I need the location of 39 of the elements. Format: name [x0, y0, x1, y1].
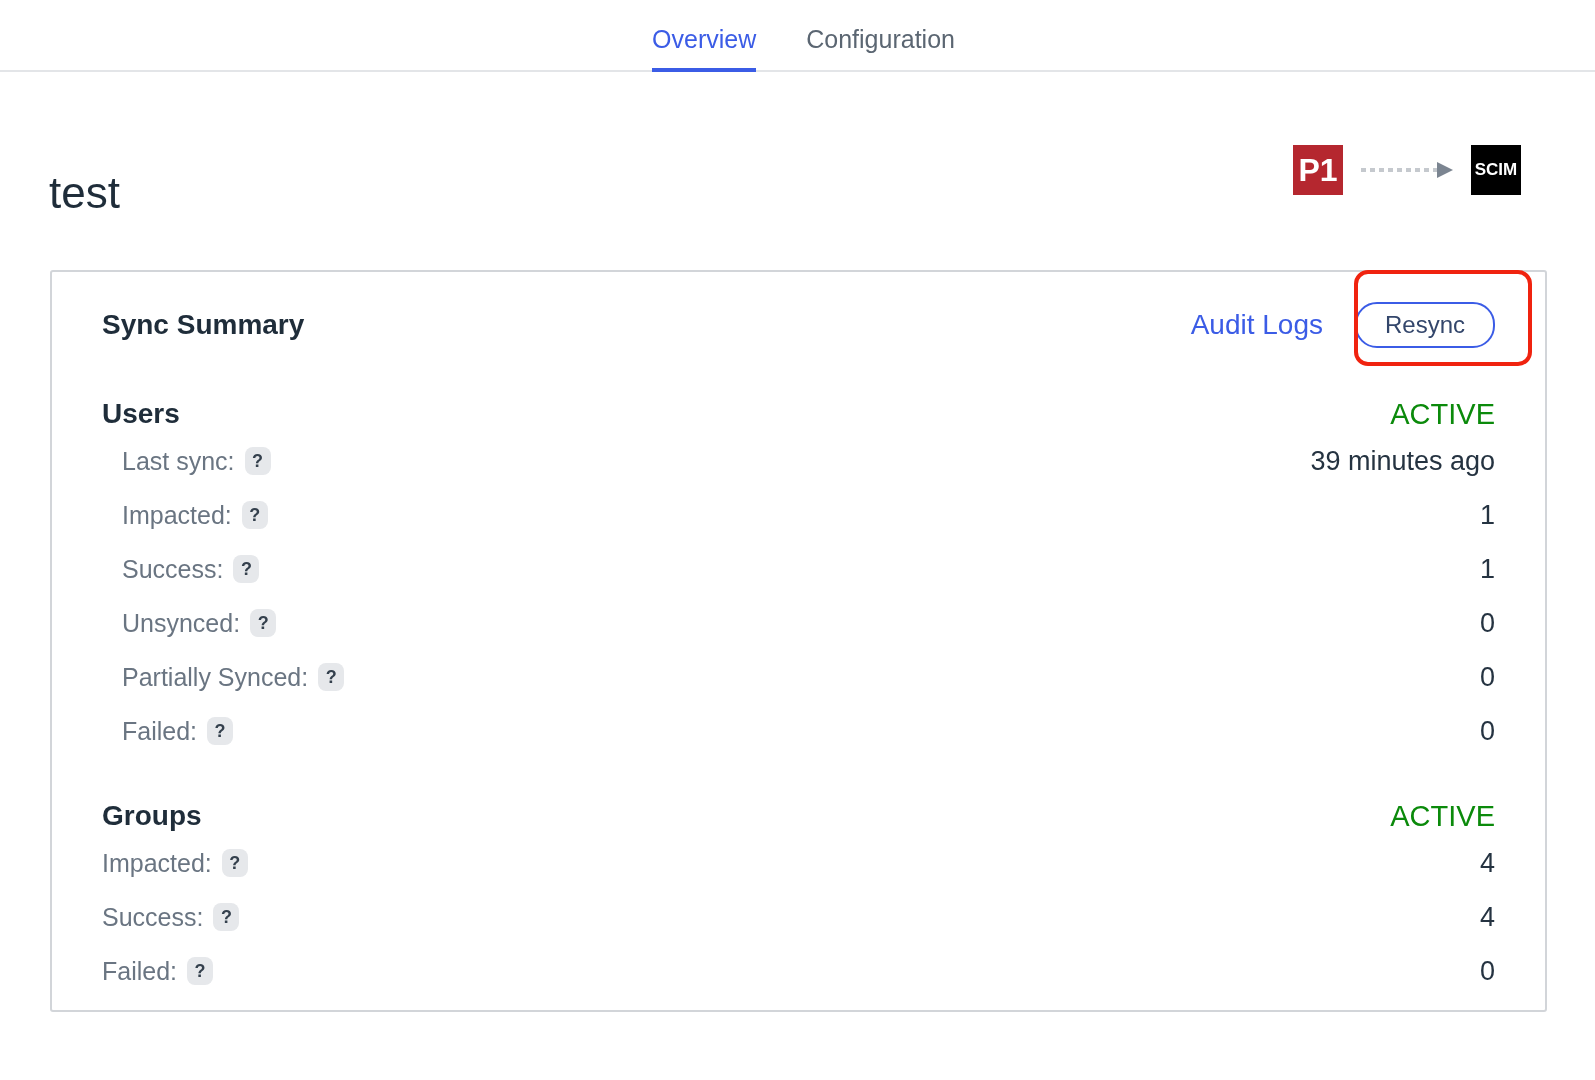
help-badge[interactable]: ? — [207, 717, 234, 745]
help-badge[interactable]: ? — [241, 501, 268, 529]
help-badge[interactable]: ? — [318, 663, 345, 691]
stat-value: 39 minutes ago — [1310, 445, 1495, 477]
help-badge[interactable]: ? — [233, 555, 260, 583]
help-badge[interactable]: ? — [250, 609, 277, 637]
stat-value: 0 — [1479, 607, 1495, 639]
stat-label: Success: — [102, 902, 204, 932]
stat-value: 4 — [1479, 901, 1495, 933]
help-badge[interactable]: ? — [187, 957, 214, 985]
tab[interactable]: Overview — [652, 25, 757, 72]
audit-logs-link[interactable]: Audit Logs — [1190, 309, 1323, 341]
tab[interactable]: Configuration — [806, 25, 955, 72]
stat-value: 0 — [1479, 661, 1495, 693]
help-badge[interactable]: ? — [221, 849, 248, 877]
card-title: Sync Summary — [102, 309, 305, 341]
stat-label: Failed: — [122, 716, 198, 746]
page-title: test — [49, 167, 120, 218]
dotted-arrow-icon — [1361, 161, 1453, 179]
status-label: ACTIVE — [1390, 397, 1495, 431]
stat-value: 1 — [1479, 553, 1495, 585]
source-logo: P1 — [1293, 145, 1343, 195]
stat-value: 0 — [1479, 715, 1495, 747]
stat-value: 1 — [1479, 499, 1495, 531]
help-badge[interactable]: ? — [213, 903, 240, 931]
stat-value: 4 — [1479, 847, 1495, 879]
stat-label: Last sync: — [122, 446, 235, 476]
status-label: ACTIVE — [1390, 799, 1495, 833]
stat-label: Partially Synced: — [122, 662, 309, 692]
section-title: Groups — [102, 800, 202, 832]
stat-label: Unsynced: — [122, 608, 241, 638]
stat-label: Success: — [122, 554, 224, 584]
stat-value: 0 — [1479, 955, 1495, 987]
target-logo: SCIM — [1471, 145, 1521, 195]
help-badge[interactable]: ? — [244, 447, 271, 475]
stat-label: Failed: — [102, 956, 178, 986]
section-title: Users — [102, 398, 180, 430]
stat-label: Impacted: — [122, 500, 232, 530]
stat-label: Impacted: — [102, 848, 212, 878]
